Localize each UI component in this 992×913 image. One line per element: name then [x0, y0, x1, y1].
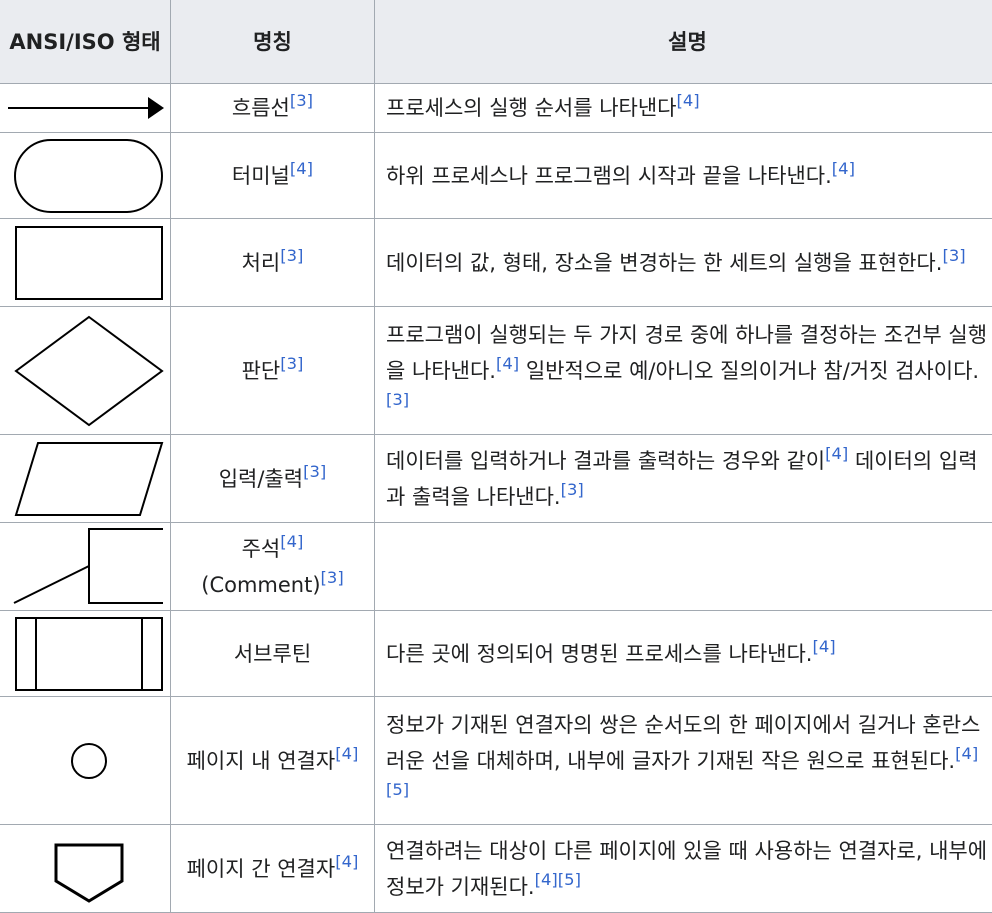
citation-link[interactable]: [4] — [335, 744, 358, 763]
process-rectangle-icon — [5, 223, 165, 303]
citation-link[interactable]: [3] — [386, 390, 409, 409]
table-row: 처리[3] 데이터의 값, 형태, 장소을 변경하는 한 세트의 실행을 표현한… — [0, 219, 992, 307]
decision-diamond-icon — [5, 314, 165, 428]
shape-cell — [0, 697, 171, 825]
table-row: 판단[3] 프로그램이 실행되는 두 가지 경로 중에 하나를 결정하는 조건부… — [0, 307, 992, 435]
table-row: 페이지 내 연결자[4] 정보가 기재된 연결자의 쌍은 순서도의 한 페이지에… — [0, 697, 992, 825]
shape-cell — [0, 307, 171, 435]
on-page-connector-icon — [5, 741, 165, 781]
symbol-name: 페이지 내 연결자[4] — [171, 697, 375, 825]
citation-link[interactable]: [4] — [812, 637, 835, 656]
table-row: 주석[4](Comment)[3] — [0, 523, 992, 611]
header-name: 명칭 — [171, 0, 375, 84]
table-row: 서브루틴 다른 곳에 정의되어 명명된 프로세스를 나타낸다.[4] — [0, 611, 992, 697]
arrow-icon — [5, 93, 165, 123]
citation-link[interactable]: [3] — [561, 480, 584, 499]
citation-link[interactable]: [3] — [303, 462, 326, 481]
symbol-name: 처리[3] — [171, 219, 375, 307]
citation-link[interactable]: [5] — [558, 870, 581, 889]
shape-cell — [0, 825, 171, 913]
shape-cell — [0, 84, 171, 133]
symbol-description: 연결하려는 대상이 다른 페이지에 있을 때 사용하는 연결자로, 내부에 정보… — [375, 825, 992, 913]
symbol-description: 데이터를 입력하거나 결과를 출력하는 경우와 같이[4] 데이터의 입력과 출… — [375, 435, 992, 523]
shape-cell — [0, 523, 171, 611]
flowchart-symbols-table: ANSI/ISO 형태 명칭 설명 흐름선[3] 프로세스의 실행 순서를 나타… — [0, 0, 992, 913]
header-row: ANSI/ISO 형태 명칭 설명 — [0, 0, 992, 84]
shape-cell — [0, 435, 171, 523]
header-description: 설명 — [375, 0, 992, 84]
symbol-name: 입력/출력[3] — [171, 435, 375, 523]
citation-link[interactable]: [4] — [832, 159, 855, 178]
terminal-icon — [5, 136, 165, 216]
shape-cell — [0, 219, 171, 307]
comment-icon — [5, 525, 165, 609]
subroutine-icon — [5, 614, 165, 694]
citation-link[interactable]: [3] — [290, 91, 313, 110]
citation-link[interactable]: [4] — [496, 354, 519, 373]
table-row: 입력/출력[3] 데이터를 입력하거나 결과를 출력하는 경우와 같이[4] 데… — [0, 435, 992, 523]
table-row: 페이지 간 연결자[4] 연결하려는 대상이 다른 페이지에 있을 때 사용하는… — [0, 825, 992, 913]
symbol-description: 정보가 기재된 연결자의 쌍은 순서도의 한 페이지에서 길거나 혼란스러운 선… — [375, 697, 992, 825]
citation-link[interactable]: [4] — [335, 852, 358, 871]
citation-link[interactable]: [5] — [386, 780, 409, 799]
citation-link[interactable]: [4] — [677, 91, 700, 110]
symbol-description: 다른 곳에 정의되어 명명된 프로세스를 나타낸다.[4] — [375, 611, 992, 697]
citation-link[interactable]: [3] — [321, 568, 344, 587]
symbol-name: 주석[4](Comment)[3] — [171, 523, 375, 611]
citation-link[interactable]: [4] — [535, 870, 558, 889]
symbol-name: 서브루틴 — [171, 611, 375, 697]
off-page-connector-icon — [5, 833, 165, 905]
io-parallelogram-icon — [5, 439, 165, 519]
citation-link[interactable]: [3] — [942, 246, 965, 265]
symbol-name: 흐름선[3] — [171, 84, 375, 133]
symbol-description: 하위 프로세스나 프로그램의 시작과 끝을 나타낸다.[4] — [375, 133, 992, 219]
symbol-name: 판단[3] — [171, 307, 375, 435]
shape-cell — [0, 611, 171, 697]
table-row: 흐름선[3] 프로세스의 실행 순서를 나타낸다[4] — [0, 84, 992, 133]
citation-link[interactable]: [4] — [290, 159, 313, 178]
header-shape: ANSI/ISO 형태 — [0, 0, 171, 84]
table-row: 터미널[4] 하위 프로세스나 프로그램의 시작과 끝을 나타낸다.[4] — [0, 133, 992, 219]
citation-link[interactable]: [3] — [280, 246, 303, 265]
symbol-name: 터미널[4] — [171, 133, 375, 219]
citation-link[interactable]: [4] — [280, 532, 303, 551]
symbol-description: 데이터의 값, 형태, 장소을 변경하는 한 세트의 실행을 표현한다.[3] — [375, 219, 992, 307]
citation-link[interactable]: [3] — [280, 354, 303, 373]
symbol-description: 프로그램이 실행되는 두 가지 경로 중에 하나를 결정하는 조건부 실행을 나… — [375, 307, 992, 435]
symbol-description: 프로세스의 실행 순서를 나타낸다[4] — [375, 84, 992, 133]
citation-link[interactable]: [4] — [955, 744, 978, 763]
citation-link[interactable]: [4] — [825, 444, 848, 463]
symbol-description — [375, 523, 992, 611]
symbol-name: 페이지 간 연결자[4] — [171, 825, 375, 913]
shape-cell — [0, 133, 171, 219]
